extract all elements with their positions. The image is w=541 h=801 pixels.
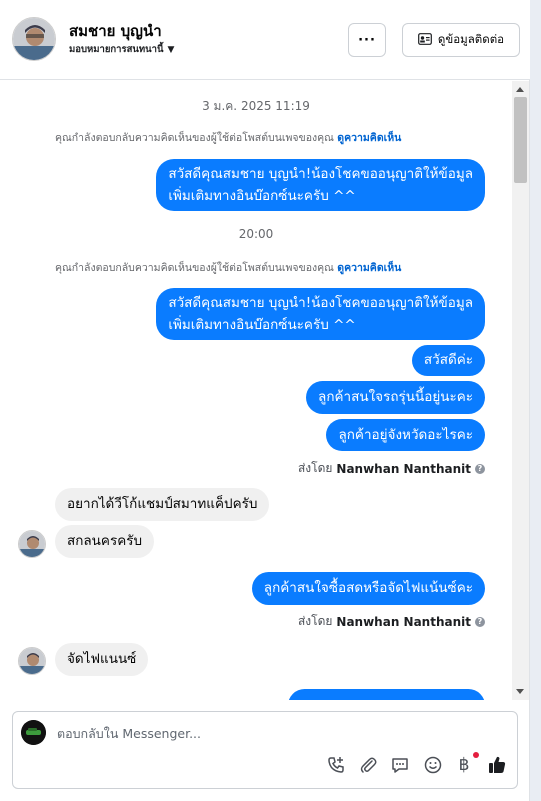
conversation-header: สมชาย บุญนำ มอบหมายการสนทนานี้ ▼ ··· ดูข…: [0, 0, 530, 80]
outgoing-message: สวัสดีคุณสมชาย บุญนำ!น้องโชคขออนุญาติให้…: [156, 288, 485, 340]
sent-by-label: ส่งโดย Nanwhan Nanthanit ?: [298, 459, 485, 478]
scroll-down-arrow-icon[interactable]: [516, 689, 524, 694]
outgoing-message: ลูกค้าสนใจรถรุ่นนี้อยู่นะคะ: [306, 381, 485, 414]
scroll-up-arrow-icon[interactable]: [516, 87, 524, 92]
thread-scrollbar[interactable]: [512, 81, 529, 700]
outgoing-message: สวัสดีคุณสมชาย บุญนำ!น้องโชคขออนุญาติให้…: [156, 159, 485, 211]
help-icon[interactable]: ?: [475, 616, 485, 627]
scrollbar-thumb[interactable]: [514, 97, 527, 183]
incoming-message: อยากได้วีโก้แชมป์สมาทแค็ปครับ: [55, 488, 270, 521]
caret-down-icon: ▼: [167, 44, 175, 55]
contact-avatar[interactable]: [12, 17, 56, 61]
comment-reply-notice: คุณกำลังตอบกลับความคิดเห็นของผู้ใช้ต่อโพ…: [55, 129, 401, 146]
message-composer: ฿: [12, 711, 518, 789]
message-line: สวัสดีคุณสมชาย บุญนำ!น้องโชคขออนุญาติให้…: [168, 166, 473, 182]
incoming-message: จัดไฟแนนซ์: [55, 643, 149, 676]
chat-bubble-icon[interactable]: [389, 754, 411, 776]
notice-text: คุณกำลังตอบกลับความคิดเห็นของผู้ใช้ต่อโพ…: [55, 132, 334, 144]
view-contact-info-button[interactable]: ดูข้อมูลติดต่อ: [402, 23, 520, 57]
sender-name: Nanwhan Nanthanit: [336, 461, 471, 476]
phone-plus-icon[interactable]: [325, 754, 347, 776]
assign-conversation-dropdown[interactable]: มอบหมายการสนทนานี้ ▼: [69, 42, 174, 57]
conversation-panel: สมชาย บุญนำ มอบหมายการสนทนานี้ ▼ ··· ดูข…: [0, 0, 530, 801]
outgoing-message: สวัสดีค่ะ: [411, 345, 485, 376]
timestamp: 3 ม.ค. 2025 11:19: [202, 99, 310, 113]
sender-name: Nanwhan Nanthanit: [336, 614, 471, 629]
contact-name: สมชาย บุญนำ: [69, 22, 162, 40]
sent-by-prefix: ส่งโดย: [297, 461, 333, 475]
message-thread: 3 ม.ค. 2025 11:19 คุณกำลังตอบกลับความคิด…: [0, 81, 512, 700]
more-icon: ···: [358, 32, 376, 48]
thumbs-up-icon[interactable]: [486, 754, 508, 776]
help-icon[interactable]: ?: [475, 463, 485, 474]
outgoing-message: ลูกค้าอยู่จังหวัดอะไรคะ: [326, 419, 485, 451]
contact-avatar-small[interactable]: [18, 530, 46, 558]
sent-by-label: ส่งโดย Nanwhan Nanthanit ?: [298, 612, 485, 631]
comment-reply-notice: คุณกำลังตอบกลับความคิดเห็นของผู้ใช้ต่อโพ…: [55, 259, 401, 276]
message-line: เพิ่มเติมทางอินบ๊อกซ์นะครับ ^^: [168, 188, 356, 204]
page-profile-icon: [21, 720, 46, 745]
view-comment-link[interactable]: ดูความคิดเห็น: [337, 132, 401, 144]
baht-symbol: ฿: [458, 755, 470, 775]
message-line: เพิ่มเติมทางอินบ๊อกซ์นะครับ ^^: [168, 317, 356, 333]
contact-info-label: ดูข้อมูลติดต่อ: [437, 32, 505, 46]
notification-dot: [473, 752, 479, 758]
paperclip-icon[interactable]: [357, 754, 379, 776]
outgoing-message-partial: [288, 689, 485, 700]
message-line: สวัสดีคุณสมชาย บุญนำ!น้องโชคขออนุญาติให้…: [168, 295, 473, 311]
view-comment-link[interactable]: ดูความคิดเห็น: [337, 262, 401, 274]
assign-label: มอบหมายการสนทนานี้: [69, 44, 164, 55]
incoming-message: สกลนครครับ: [55, 525, 155, 558]
outgoing-message: ลูกค้าสนใจซื้อสดหรือจัดไฟแน้นซ์คะ: [251, 572, 485, 605]
notice-text: คุณกำลังตอบกลับความคิดเห็นของผู้ใช้ต่อโพ…: [55, 262, 334, 274]
timestamp: 20:00: [238, 227, 274, 241]
contact-card-icon: [418, 32, 432, 48]
more-options-button[interactable]: ···: [348, 23, 386, 57]
smiley-icon[interactable]: [422, 754, 444, 776]
reply-input[interactable]: [57, 720, 497, 746]
baht-icon[interactable]: ฿: [453, 754, 475, 776]
sent-by-prefix: ส่งโดย: [297, 614, 333, 628]
contact-avatar-small[interactable]: [18, 647, 46, 675]
